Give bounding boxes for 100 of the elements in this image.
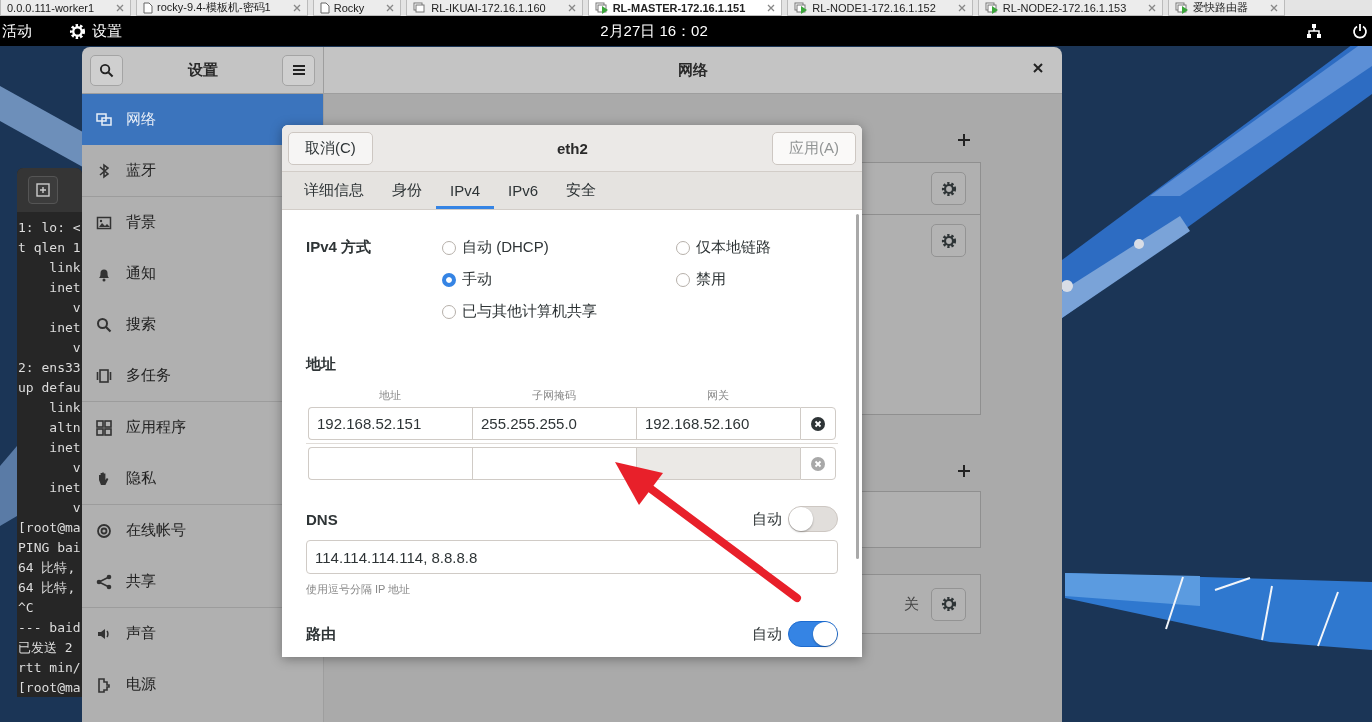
terminal-line: PING bai <box>17 539 81 557</box>
gear-icon <box>940 596 957 612</box>
gateway-field[interactable]: 192.168.52.160 <box>636 407 800 440</box>
tab[interactable]: IPv4 <box>436 175 494 209</box>
new-tab-button[interactable] <box>28 176 58 204</box>
gear-icon <box>69 22 86 40</box>
dns-field[interactable]: 114.114.114.114, 8.8.8.8 <box>306 540 838 574</box>
status-text: 关 <box>904 594 919 614</box>
clock[interactable]: 2月27日 16：02 <box>600 21 708 41</box>
close-icon[interactable] <box>1032 62 1044 74</box>
terminal-line: v <box>71 339 81 357</box>
at-icon <box>96 522 112 539</box>
column-header: 地址 <box>378 388 402 403</box>
auto-switch[interactable] <box>788 621 838 647</box>
section-label: DNS <box>306 510 338 528</box>
radio-button[interactable] <box>442 304 456 319</box>
sidebar-title: 设置 <box>187 60 218 80</box>
address-field[interactable] <box>308 447 472 480</box>
terminal-line: inet <box>48 439 81 457</box>
search-icon <box>99 62 114 78</box>
terminal-line: 已发送 2 <box>17 639 73 657</box>
vm-play-icon <box>594 1 609 14</box>
radio-label[interactable]: 禁用 <box>696 270 726 289</box>
terminal-line: [root@ma <box>17 679 81 697</box>
dialog-title: eth2 <box>557 139 588 157</box>
panel-title: 网络 <box>678 60 708 80</box>
network-icon <box>96 111 112 128</box>
add-tab-icon <box>36 183 50 197</box>
section-label: 地址 <box>306 355 337 374</box>
vm-tab[interactable]: RL-IKUAI-172.16.1.160 <box>406 0 583 16</box>
tab[interactable]: 身份 <box>378 175 436 209</box>
network-icon[interactable] <box>1306 23 1322 39</box>
vm-tab[interactable]: rocky-9.4-模板机-密码1 <box>136 0 308 16</box>
sidebar-item[interactable]: 电源 <box>82 659 323 710</box>
terminal-line: --- baid <box>17 619 81 637</box>
radio-button[interactable] <box>676 240 690 255</box>
tab[interactable]: 安全 <box>552 175 611 209</box>
sidebar-item[interactable]: 隐私 <box>82 453 323 504</box>
terminal-line: inet <box>48 319 81 337</box>
terminal-line: link <box>48 399 81 417</box>
vm-tab[interactable]: RL-NODE1-172.16.1.152 <box>787 0 973 16</box>
vm-icon <box>413 1 428 14</box>
remove-icon[interactable] <box>811 416 825 431</box>
vm-tab[interactable]: 0.0.0.111-worker1 <box>0 0 132 16</box>
power-icon[interactable] <box>1352 23 1368 39</box>
vm-play-icon <box>794 1 809 14</box>
terminal-line: ^C <box>17 599 34 617</box>
radio-label[interactable]: 仅本地链路 <box>696 238 771 257</box>
settings-button[interactable] <box>931 172 966 205</box>
vm-tab[interactable]: 爱快路由器 <box>1168 0 1286 16</box>
terminal-line: v <box>71 499 81 517</box>
radio-button[interactable] <box>676 272 690 287</box>
terminal-line: altn <box>48 419 81 437</box>
section-label: 路由 <box>306 624 336 644</box>
radio-label[interactable]: 已与其他计算机共享 <box>462 302 597 321</box>
app-menu[interactable]: 设置 <box>69 21 122 41</box>
radio-button[interactable] <box>442 272 456 287</box>
share-icon <box>96 573 112 590</box>
switch-label: 自动 <box>752 624 782 644</box>
hint-text: 使用逗号分隔 IP 地址 <box>306 582 412 597</box>
page-icon <box>143 1 154 14</box>
image-icon <box>96 214 112 231</box>
menu-button[interactable] <box>282 54 315 86</box>
terminal-line: 64 比特, <box>17 559 76 577</box>
cancel-button[interactable]: 取消(C) <box>288 131 373 165</box>
tab[interactable]: 详细信息 <box>290 175 378 209</box>
settings-button[interactable] <box>931 224 966 257</box>
vm-tab[interactable]: RL-MASTER-172.16.1.151 <box>587 0 783 16</box>
search-button[interactable] <box>90 54 123 86</box>
auto-switch[interactable] <box>788 506 838 532</box>
terminal-line: 2: ens33 <box>17 359 81 377</box>
terminal-line: v <box>71 299 81 317</box>
terminal-line: link <box>48 259 81 277</box>
add-icon[interactable] <box>957 133 971 147</box>
netmask-field[interactable] <box>472 447 636 480</box>
address-field[interactable]: 192.168.52.151 <box>308 407 472 440</box>
scrollbar[interactable] <box>856 214 859 559</box>
tab[interactable]: IPv6 <box>494 175 553 209</box>
sidebar-item[interactable]: 搜索 <box>82 299 323 350</box>
terminal-line: inet <box>48 479 81 497</box>
netmask-field[interactable]: 255.255.255.0 <box>472 407 636 440</box>
menu-icon <box>291 64 306 76</box>
vm-tab[interactable]: RL-NODE2-172.16.1.153 <box>977 0 1164 16</box>
vm-play-icon <box>984 1 999 14</box>
add-icon[interactable] <box>957 464 971 478</box>
column-header: 网关 <box>706 388 730 403</box>
gear-icon <box>940 180 957 197</box>
terminal-line: [root@ma <box>17 519 81 537</box>
switch-label: 自动 <box>752 509 782 529</box>
radio-button[interactable] <box>442 240 456 255</box>
terminal-line: 1: lo: < <box>17 219 81 237</box>
terminal-line: inet <box>48 279 81 297</box>
activities-button[interactable]: 活动 <box>2 21 32 41</box>
radio-label[interactable]: 手动 <box>462 270 492 289</box>
section-label: IPv4 方式 <box>306 238 373 257</box>
radio-label[interactable]: 自动 (DHCP) <box>462 238 549 257</box>
multitask-icon <box>96 367 112 384</box>
terminal-line: v <box>71 459 81 477</box>
vm-tab[interactable]: Rocky <box>312 0 402 16</box>
settings-button[interactable] <box>931 587 966 621</box>
